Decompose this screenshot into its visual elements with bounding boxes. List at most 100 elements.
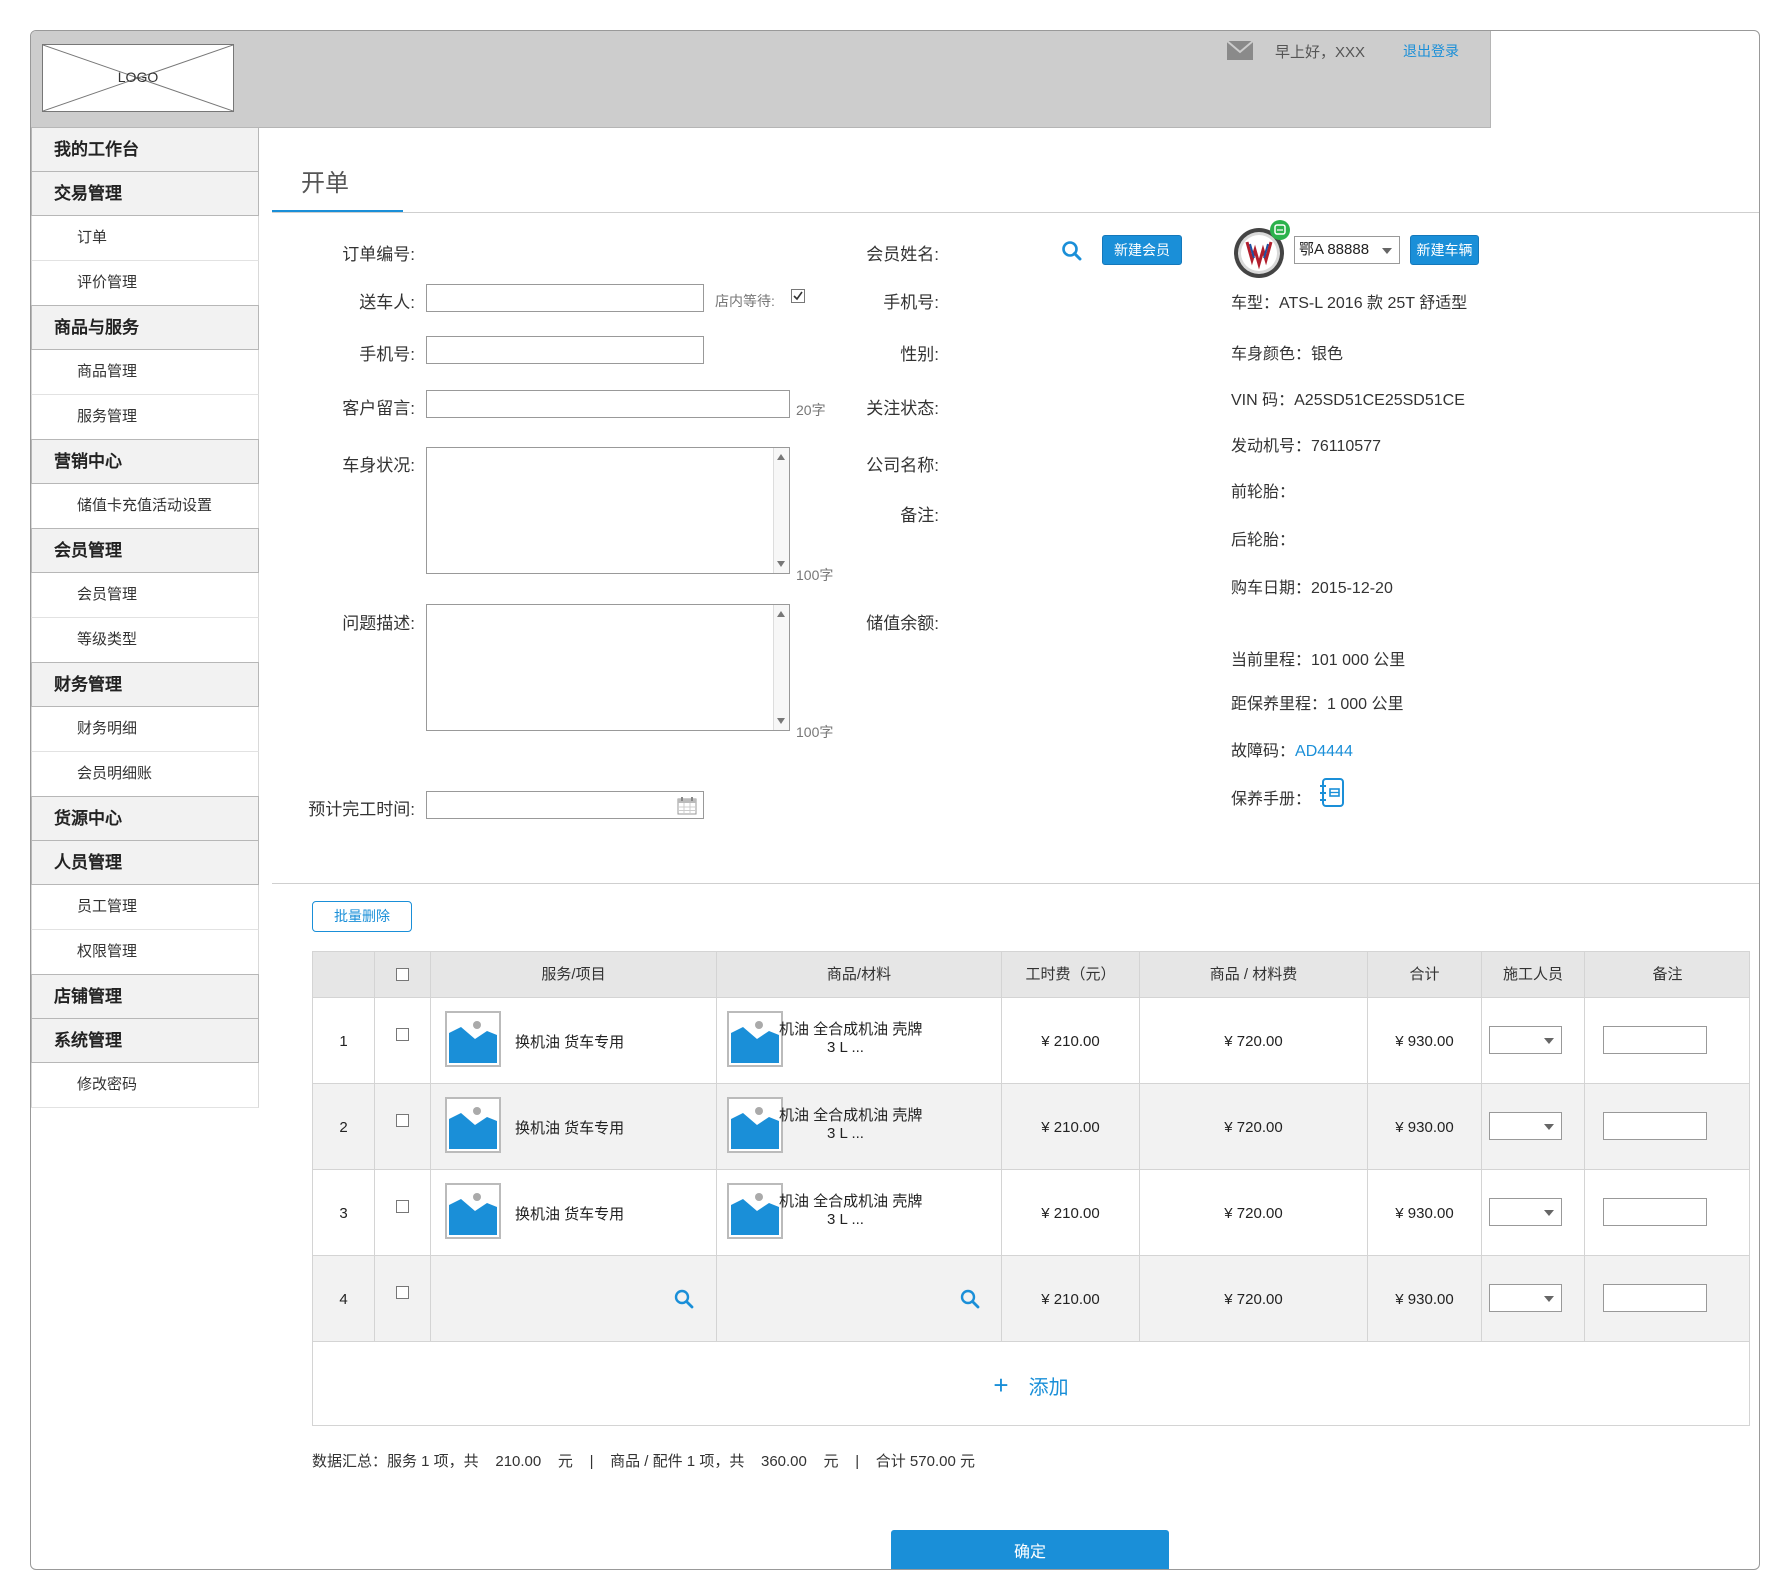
- tab-open-order[interactable]: 开单: [301, 163, 349, 198]
- search-icon[interactable]: [674, 1289, 694, 1309]
- sidebar-group[interactable]: 系统管理: [31, 1018, 259, 1063]
- problem-label: 问题描述:: [342, 614, 415, 633]
- material-fee: ¥ 720.00: [1139, 998, 1367, 1084]
- product-name-line1: 机油 全合成机油 壳牌: [779, 1107, 923, 1124]
- remark-input[interactable]: [1603, 1198, 1707, 1226]
- sidebar-group[interactable]: 店铺管理: [31, 974, 259, 1019]
- sidebar-item[interactable]: 权限管理: [31, 930, 259, 975]
- sidebar-group[interactable]: 货源中心: [31, 796, 259, 841]
- header-worker: 施工人员: [1481, 952, 1584, 997]
- scroll-down-icon[interactable]: [777, 718, 785, 724]
- row-checkbox[interactable]: [396, 1286, 409, 1299]
- sidebar-item[interactable]: 会员明细账: [31, 752, 259, 797]
- fault-code-link[interactable]: AD4444: [1295, 743, 1353, 760]
- header-total: 合计: [1367, 952, 1481, 997]
- sidebar-group[interactable]: 我的工作台: [31, 127, 259, 172]
- sender-input[interactable]: [426, 284, 704, 312]
- service-cell[interactable]: 换机油 货车专用: [430, 998, 716, 1084]
- material-fee: ¥ 720.00: [1139, 1084, 1367, 1170]
- sidebar-group[interactable]: 人员管理: [31, 840, 259, 885]
- service-cell[interactable]: [430, 1256, 716, 1342]
- search-icon[interactable]: [960, 1289, 980, 1309]
- sidebar-item[interactable]: 修改密码: [31, 1063, 259, 1108]
- maintenance-manual-icon[interactable]: [1319, 777, 1345, 809]
- worker-select[interactable]: [1489, 1026, 1562, 1054]
- product-cell[interactable]: 机油 全合成机油 壳牌 3 L ...: [716, 1170, 1001, 1256]
- new-vehicle-button[interactable]: 新建车辆: [1410, 235, 1479, 265]
- sidebar-group[interactable]: 营销中心: [31, 439, 259, 484]
- remark-input[interactable]: [1603, 1284, 1707, 1312]
- scroll-up-icon[interactable]: [777, 454, 785, 460]
- scroll-down-icon[interactable]: [777, 561, 785, 567]
- vehicle-engine: 发动机号：76110577: [1231, 438, 1382, 455]
- sidebar-item[interactable]: 员工管理: [31, 885, 259, 930]
- product-name-line2: 3 L ...: [827, 1211, 864, 1228]
- batch-delete-button[interactable]: 批量删除: [312, 901, 412, 932]
- sidebar-item[interactable]: 商品管理: [31, 350, 259, 395]
- image-placeholder-icon: [445, 1183, 501, 1239]
- wait-checkbox[interactable]: [791, 289, 806, 304]
- phone-input[interactable]: [426, 336, 704, 364]
- vehicle-model: 车型：ATS-L 2016 款 25T 舒适型: [1231, 295, 1468, 312]
- logout-link[interactable]: 退出登录: [1403, 41, 1459, 61]
- sidebar-item[interactable]: 评价管理: [31, 261, 259, 306]
- labor-fee: ¥ 210.00: [1001, 998, 1139, 1084]
- order-items-table: 服务/项目 商品/材料 工时费（元） 商品 / 材料费 合计 施工人员 备注 1…: [312, 951, 1750, 1426]
- car-brand-logo-icon: [1234, 220, 1290, 278]
- labor-fee: ¥ 210.00: [1001, 1084, 1139, 1170]
- sidebar-item[interactable]: 财务明细: [31, 707, 259, 752]
- problem-textarea[interactable]: [426, 604, 790, 731]
- sidebar-item[interactable]: 等级类型: [31, 618, 259, 663]
- service-cell[interactable]: 换机油 货车专用: [430, 1170, 716, 1256]
- remark-input[interactable]: [1603, 1112, 1707, 1140]
- sidebar-item[interactable]: 储值卡充值活动设置: [31, 484, 259, 529]
- table-row: 2 换机油 货车专用 机油 全合成机油 壳牌 3 L ... ¥ 210.00 ¥…: [313, 1083, 1749, 1170]
- image-placeholder-icon: [727, 1183, 783, 1239]
- fault-code-row: 故障码：AD4444: [1231, 737, 1353, 761]
- message-label: 客户留言:: [342, 399, 415, 418]
- worker-select[interactable]: [1489, 1284, 1562, 1312]
- remark-input[interactable]: [1603, 1026, 1707, 1054]
- header-service: 服务/项目: [430, 952, 716, 997]
- search-icon[interactable]: [1061, 240, 1083, 262]
- problem-hint: 100字: [796, 724, 834, 740]
- sidebar-group[interactable]: 交易管理: [31, 171, 259, 216]
- vehicle-front-tire: 前轮胎：: [1231, 484, 1296, 501]
- row-checkbox[interactable]: [396, 1200, 409, 1213]
- worker-cell: [1481, 1170, 1584, 1256]
- worker-select[interactable]: [1489, 1198, 1562, 1226]
- product-cell[interactable]: [716, 1256, 1001, 1342]
- calendar-icon[interactable]: [677, 796, 697, 815]
- sidebar-item[interactable]: 服务管理: [31, 395, 259, 440]
- scrollbar[interactable]: [773, 605, 789, 730]
- new-member-button[interactable]: 新建会员: [1102, 235, 1182, 265]
- scroll-up-icon[interactable]: [777, 611, 785, 617]
- sidebar-item[interactable]: 订单: [31, 216, 259, 261]
- confirm-button[interactable]: 确定: [891, 1530, 1169, 1569]
- row-checkbox[interactable]: [396, 1028, 409, 1041]
- sidebar-group[interactable]: 商品与服务: [31, 305, 259, 350]
- worker-select[interactable]: [1489, 1112, 1562, 1140]
- select-all-checkbox[interactable]: [396, 968, 409, 981]
- sidebar-item[interactable]: 会员管理: [31, 573, 259, 618]
- mail-icon[interactable]: [1227, 41, 1253, 60]
- add-row-button[interactable]: + 添加: [313, 1341, 1749, 1427]
- chevron-down-icon: [1544, 1124, 1554, 1130]
- service-cell[interactable]: 换机油 货车专用: [430, 1084, 716, 1170]
- eta-input[interactable]: [426, 791, 704, 819]
- scrollbar[interactable]: [773, 448, 789, 573]
- sidebar-group[interactable]: 财务管理: [31, 662, 259, 707]
- body-condition-textarea[interactable]: [426, 447, 790, 574]
- plate-select[interactable]: 鄂A 88888: [1294, 236, 1400, 264]
- product-cell[interactable]: 机油 全合成机油 壳牌 3 L ...: [716, 998, 1001, 1084]
- product-cell[interactable]: 机油 全合成机油 壳牌 3 L ...: [716, 1084, 1001, 1170]
- row-checkbox[interactable]: [396, 1114, 409, 1127]
- remark-label: 备注:: [900, 506, 939, 525]
- body-condition-hint: 100字: [796, 567, 834, 583]
- vehicle-vin: VIN 码：A25SD51CE25SD51CE: [1231, 392, 1465, 409]
- plate-value: 鄂A 88888: [1299, 241, 1370, 258]
- data-summary: 数据汇总：服务 1 项，共 210.00 元 | 商品 / 配件 1 项，共 3…: [312, 1453, 975, 1470]
- sidebar-group[interactable]: 会员管理: [31, 528, 259, 573]
- eta-label: 预计完工时间:: [308, 800, 415, 819]
- message-input[interactable]: [426, 390, 790, 418]
